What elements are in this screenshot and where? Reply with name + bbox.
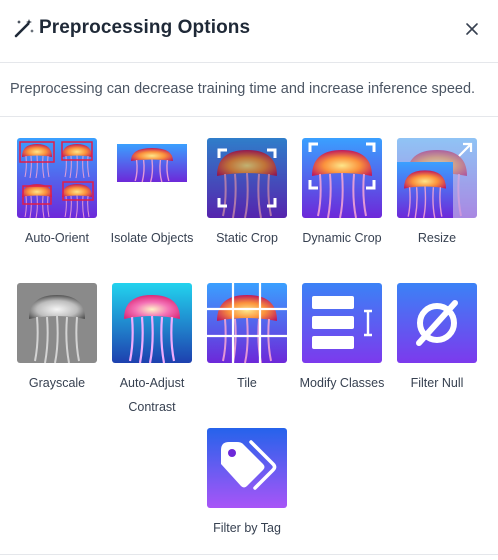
static-crop-thumbnail [207, 138, 287, 218]
header-divider [0, 62, 498, 63]
isolate-objects-thumbnail [112, 138, 192, 218]
option-label: Auto-Adjust Contrast [119, 376, 185, 414]
auto-orient-thumbnail [17, 138, 97, 218]
filter-null-icon [397, 283, 477, 363]
option-label: Auto-Orient [25, 231, 89, 245]
option-label: Filter by Tag [213, 521, 281, 535]
tile-thumbnail [207, 283, 287, 363]
footer-divider [0, 554, 498, 555]
tag-icon [207, 428, 287, 508]
magic-wand-icon [14, 19, 34, 38]
option-label: Tile [237, 376, 257, 390]
option-label: Dynamic Crop [302, 231, 382, 245]
option-label: Isolate Objects [110, 231, 194, 245]
option-label: Resize [417, 231, 457, 245]
description-divider [0, 116, 498, 117]
resize-thumbnail [397, 138, 477, 218]
modify-classes-icon [302, 283, 382, 363]
option-label: Static Crop [216, 231, 278, 245]
dialog-title: Preprocessing Options [39, 17, 251, 38]
auto-adjust-contrast-thumbnail [112, 283, 192, 363]
close-icon[interactable] [462, 19, 482, 39]
grayscale-thumbnail [17, 283, 97, 363]
option-label: Modify Classes [299, 376, 385, 390]
option-label: Filter Null [410, 376, 464, 390]
dialog-header: Preprocessing Options [0, 0, 498, 62]
dynamic-crop-thumbnail [302, 138, 382, 218]
option-label: Grayscale [28, 376, 86, 390]
dialog-description: Preprocessing can decrease training time… [10, 81, 476, 97]
